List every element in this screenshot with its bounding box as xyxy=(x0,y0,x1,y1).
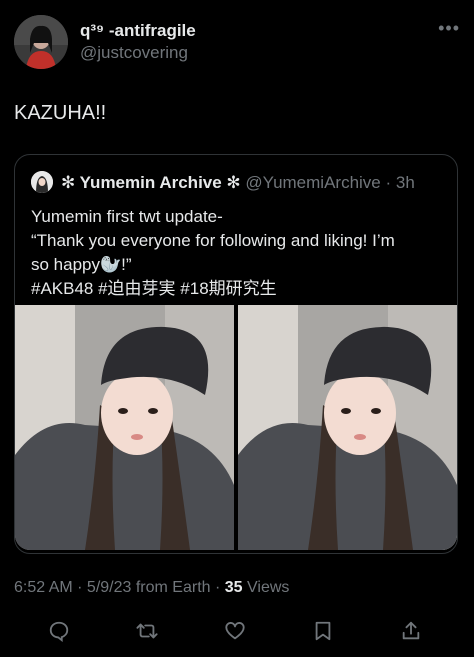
quoted-time: · 3h xyxy=(380,173,415,192)
quoted-tweet[interactable]: ✻ Yumemin Archive ✻ @YumemiArchive · 3h … xyxy=(14,154,458,554)
quoted-text-line: Yumemin first twt update- xyxy=(31,207,223,226)
share-icon[interactable] xyxy=(398,618,424,644)
quoted-handle[interactable]: @YumemiArchive xyxy=(245,173,380,192)
quoted-hashtags[interactable]: #AKB48 #迫由芽実 #18期研究生 xyxy=(31,277,445,301)
more-icon[interactable]: ••• xyxy=(438,18,460,39)
tweet-timestamp[interactable]: 6:52 AM · 5/9/23 from Earth · xyxy=(14,579,225,596)
quoted-text: Yumemin first twt update- “Thank you eve… xyxy=(31,205,445,301)
views-label: Views xyxy=(242,579,290,596)
author-handle[interactable]: @justcovering xyxy=(80,43,188,63)
views-count[interactable]: 35 xyxy=(225,579,243,596)
quoted-photo-1[interactable] xyxy=(15,305,234,550)
quoted-display-name[interactable]: ✻ Yumemin Archive ✻ xyxy=(61,173,241,192)
retweet-icon[interactable] xyxy=(134,618,160,644)
quoted-photo-2[interactable] xyxy=(238,305,457,550)
author-avatar[interactable] xyxy=(14,15,68,69)
action-bar xyxy=(0,612,474,648)
bookmark-icon[interactable] xyxy=(310,618,336,644)
quoted-author-avatar[interactable] xyxy=(31,171,53,193)
tweet-meta: 6:52 AM · 5/9/23 from Earth · 35 Views xyxy=(14,579,289,597)
quoted-text-line: “Thank you everyone for following and li… xyxy=(31,231,395,250)
quoted-text-line: so happy🦭!” xyxy=(31,255,132,274)
quoted-header: ✻ Yumemin Archive ✻ @YumemiArchive · 3h xyxy=(61,173,445,193)
like-icon[interactable] xyxy=(222,618,248,644)
reply-icon[interactable] xyxy=(46,618,72,644)
quoted-media xyxy=(15,305,457,554)
author-display-name[interactable]: q³⁹ -antifragile xyxy=(80,21,196,41)
tweet-text: KAZUHA!! xyxy=(14,102,107,124)
